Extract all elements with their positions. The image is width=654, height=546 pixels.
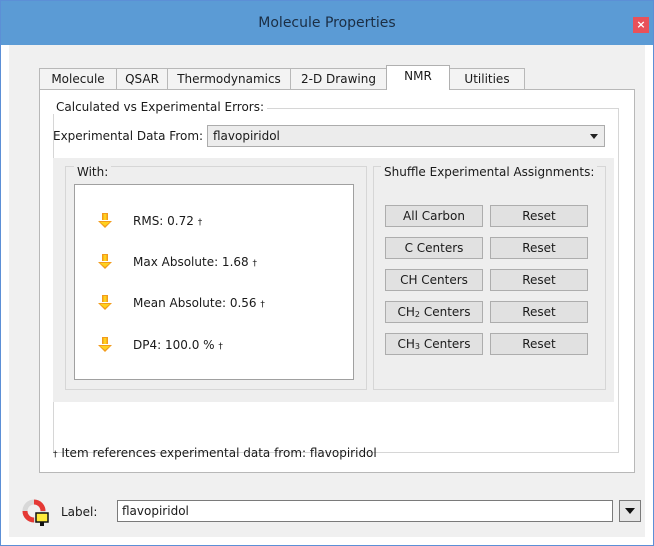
tab-thermodynamics[interactable]: Thermodynamics — [167, 68, 291, 89]
tab-nmr[interactable]: NMR — [386, 65, 450, 90]
chevron-down-icon — [590, 134, 598, 139]
stat-label: DP4: 100.0 % † — [133, 338, 223, 352]
label-row: Label: — [9, 497, 645, 531]
experimental-data-select[interactable]: flavopiridol — [207, 125, 605, 147]
with-group-title: With: — [74, 165, 112, 179]
shuffle-ch2-centers-button[interactable]: CH2 Centers — [385, 301, 483, 323]
shuffle-all-carbon-button[interactable]: All Carbon — [385, 205, 483, 227]
errors-area: With: RMS: 0.72 † Max Absolute: 1.68 † M… — [53, 158, 614, 402]
tab-2d-drawing[interactable]: 2-D Drawing — [290, 68, 387, 89]
lifebuoy-tag-icon — [22, 499, 49, 526]
label-input[interactable] — [117, 500, 613, 522]
shuffle-group: Shuffle Experimental Assignments: All Ca… — [373, 165, 606, 390]
stats-list: RMS: 0.72 † Max Absolute: 1.68 † Mean Ab… — [74, 184, 354, 380]
flame-down-arrow-icon — [98, 337, 112, 352]
stat-label: Max Absolute: 1.68 † — [133, 255, 257, 269]
tab-qsar[interactable]: QSAR — [116, 68, 168, 89]
errors-group-title: Calculated vs Experimental Errors: — [53, 100, 268, 114]
chevron-down-icon — [625, 508, 635, 514]
tab-molecule[interactable]: Molecule — [39, 68, 117, 89]
nmr-tab-panel: Calculated vs Experimental Errors: Exper… — [39, 89, 635, 473]
with-group: With: RMS: 0.72 † Max Absolute: 1.68 † M… — [65, 165, 367, 390]
reset-all-carbon-button[interactable]: Reset — [490, 205, 588, 227]
footnote: † Item references experimental data from… — [53, 446, 377, 460]
reset-ch3-centers-button[interactable]: Reset — [490, 333, 588, 355]
flame-down-arrow-icon — [98, 254, 112, 269]
stat-label: RMS: 0.72 † — [133, 214, 203, 228]
shuffle-c-centers-button[interactable]: C Centers — [385, 237, 483, 259]
shuffle-ch3-centers-button[interactable]: CH3 Centers — [385, 333, 483, 355]
label-dropdown-button[interactable] — [619, 500, 641, 522]
experimental-data-label: Experimental Data From: — [53, 129, 204, 143]
shuffle-ch-centers-button[interactable]: CH Centers — [385, 269, 483, 291]
flame-down-arrow-icon — [98, 295, 112, 310]
reset-ch-centers-button[interactable]: Reset — [490, 269, 588, 291]
tab-utilities[interactable]: Utilities — [449, 68, 525, 89]
label-caption: Label: — [61, 505, 98, 519]
molecule-properties-window: Molecule Properties × Molecule QSAR Ther… — [0, 0, 654, 546]
reset-ch2-centers-button[interactable]: Reset — [490, 301, 588, 323]
title-bar[interactable]: Molecule Properties × — [1, 1, 653, 45]
reset-c-centers-button[interactable]: Reset — [490, 237, 588, 259]
stat-label: Mean Absolute: 0.56 † — [133, 296, 265, 310]
window-title: Molecule Properties — [258, 15, 396, 31]
flame-down-arrow-icon — [98, 213, 112, 228]
dialog-body: Molecule QSAR Thermodynamics 2-D Drawing… — [9, 45, 645, 537]
close-button[interactable]: × — [633, 17, 649, 33]
shuffle-group-title: Shuffle Experimental Assignments: — [381, 165, 598, 179]
experimental-data-value: flavopiridol — [213, 129, 280, 143]
